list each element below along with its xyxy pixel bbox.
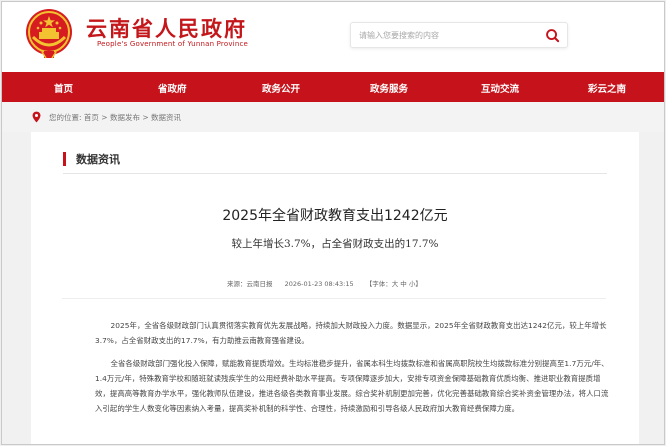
- article-card: 数据资讯 2025年全省财政教育支出1242亿元 较上年增长3.7%，占全省财政…: [31, 132, 639, 444]
- site-title[interactable]: 云南省人民政府: [86, 13, 247, 43]
- breadcrumb-bar: 您的位置: 首页 > 数据发布 > 数据资讯: [2, 102, 664, 132]
- breadcrumb-prefix: 您的位置:: [49, 113, 82, 122]
- nav-item-interaction[interactable]: 互动交流: [481, 81, 519, 95]
- location-pin-icon: [32, 111, 41, 123]
- breadcrumb-item-home[interactable]: 首页: [84, 113, 99, 122]
- site-subtitle: People's Government of Yunnan Province: [97, 40, 249, 48]
- national-emblem-icon[interactable]: [24, 7, 74, 59]
- nav-item-government[interactable]: 省政府: [158, 81, 187, 95]
- section-header: 数据资讯: [63, 150, 607, 174]
- search-box: [350, 22, 568, 48]
- article-paragraph: 全省各级财政部门强化投入保障，赋能教育提质增效。生均标准稳步提升，省属本科生均拨…: [95, 359, 609, 413]
- search-input[interactable]: [359, 26, 539, 44]
- article-subtitle: 较上年增长3.7%，占全省财政支出的17.7%: [231, 238, 439, 250]
- nav-item-home[interactable]: 首页: [54, 81, 73, 95]
- section-title: 数据资讯: [76, 153, 120, 166]
- breadcrumb-item-data-release[interactable]: 数据发布: [110, 113, 140, 122]
- nav-item-services[interactable]: 政务服务: [370, 81, 408, 95]
- font-size-switch: 【字体：大 中 小】: [366, 280, 422, 288]
- font-size-label: 【字体：: [365, 280, 392, 288]
- section-accent-bar: [63, 152, 66, 166]
- main-nav: 首页 省政府 政务公开 政务服务 互动交流 彩云之南: [2, 72, 664, 102]
- article-meta: 来源：云南日报 2026-01-23 08:43:15 【字体：大 中 小】: [227, 278, 432, 288]
- search-icon[interactable]: [545, 28, 560, 43]
- article-title: 2025年全省财政教育支出1242亿元: [222, 208, 448, 224]
- meta-divider: [62, 298, 606, 299]
- nav-item-yunnan[interactable]: 彩云之南: [588, 81, 626, 95]
- breadcrumb-separator: >: [139, 113, 152, 122]
- breadcrumb-item-data-news[interactable]: 数据资讯: [151, 113, 181, 122]
- article-paragraph: 2025年，全省各级财政部门认真贯彻落实教育优先发展战略，持续加大财政投入力度。…: [95, 321, 607, 345]
- font-size-large[interactable]: 大: [392, 280, 399, 288]
- font-size-close: 】: [415, 280, 422, 288]
- font-size-medium[interactable]: 中: [400, 280, 407, 288]
- breadcrumb: 您的位置: 首页 > 数据发布 > 数据资讯: [49, 112, 181, 123]
- article-datetime: 2026-01-23 08:43:15: [284, 280, 354, 288]
- breadcrumb-separator: >: [98, 113, 110, 122]
- nav-item-disclosure[interactable]: 政务公开: [262, 81, 300, 95]
- article-source: 来源：云南日报: [227, 280, 273, 288]
- browser-frame: 云南省人民政府 People's Government of Yunnan Pr…: [1, 1, 665, 445]
- site-header: 云南省人民政府 People's Government of Yunnan Pr…: [2, 2, 664, 72]
